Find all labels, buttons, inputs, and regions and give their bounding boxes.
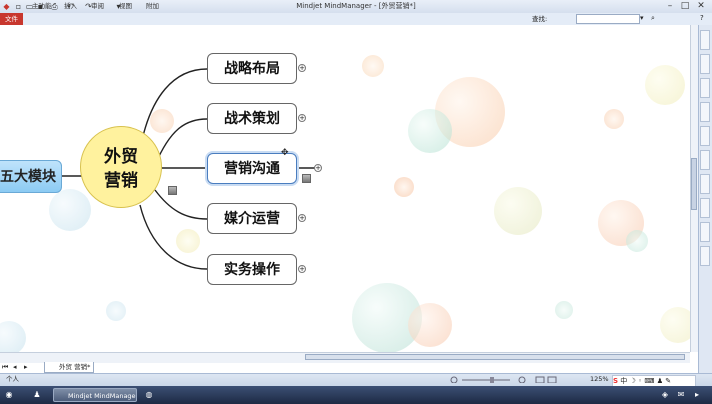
central-topic[interactable]: 外贸 营销	[80, 126, 162, 208]
sogou-ime-icon: S	[613, 377, 619, 385]
note-icon[interactable]	[302, 174, 311, 183]
move-cursor-icon: ✥	[281, 148, 289, 158]
subtopic-media[interactable]: 媒介运营	[207, 203, 297, 234]
tab-nav-next-icon[interactable]: ▸	[24, 363, 28, 371]
connector-line	[139, 204, 208, 270]
horizontal-scrollbar[interactable]	[305, 354, 685, 360]
expand-icon[interactable]: +	[298, 114, 306, 122]
expand-icon[interactable]: +	[298, 214, 306, 222]
document-tab[interactable]: 外贸 营销*	[44, 362, 94, 373]
start-icon[interactable]: ◉	[4, 390, 14, 400]
left-topic[interactable]: 五大模块	[0, 160, 62, 193]
side-panel-button[interactable]	[700, 150, 710, 170]
expand-icon[interactable]: +	[298, 265, 306, 273]
expand-icon[interactable]: +	[314, 164, 322, 172]
connector-line	[154, 189, 208, 220]
subtopic-operations[interactable]: 实务操作	[207, 254, 297, 285]
tray-icon[interactable]: ✉	[676, 390, 686, 400]
subtopic-strategy[interactable]: 战略布局	[207, 53, 297, 84]
side-panel-button[interactable]	[700, 246, 710, 266]
tray-icon[interactable]: ▸	[692, 390, 702, 400]
side-panel-button[interactable]	[700, 174, 710, 194]
side-panel-button[interactable]	[700, 102, 710, 122]
connector-line	[154, 118, 208, 166]
central-topic-line2: 营销	[104, 171, 138, 191]
central-topic-line1: 外贸	[104, 147, 138, 167]
status-tool-icons[interactable]	[450, 376, 560, 384]
side-panel-button[interactable]	[700, 78, 710, 98]
taskbar-item-mindmanager[interactable]: Mindjet MindManager	[53, 388, 137, 402]
side-panel-button[interactable]	[700, 198, 710, 218]
tray-icon[interactable]: ◈	[660, 390, 670, 400]
side-panel-button[interactable]	[700, 30, 710, 50]
note-icon[interactable]	[168, 186, 177, 195]
zoom-slider-icon[interactable]	[450, 376, 560, 384]
zoom-level: 125%	[590, 375, 609, 383]
side-panel-button[interactable]	[700, 222, 710, 242]
taskbar-user-icon[interactable]: ♟	[32, 390, 42, 400]
ime-mode: 中	[620, 377, 628, 385]
tab-nav-prev-icon[interactable]: ◂	[13, 363, 17, 371]
vertical-scroll-thumb[interactable]	[691, 158, 697, 210]
status-user: 个人	[6, 375, 19, 383]
taskbar-browser-icon[interactable]: ◍	[144, 390, 154, 400]
side-panel-button[interactable]	[700, 54, 710, 74]
expand-icon[interactable]: +	[298, 64, 306, 72]
subtopic-tactics[interactable]: 战术策划	[207, 103, 297, 134]
tab-nav-first-icon[interactable]: ⏮	[2, 363, 8, 372]
side-panel-button[interactable]	[700, 126, 710, 146]
ime-tool-icons: ☽ ◦ ⌨ ♟ ✎	[629, 377, 672, 385]
